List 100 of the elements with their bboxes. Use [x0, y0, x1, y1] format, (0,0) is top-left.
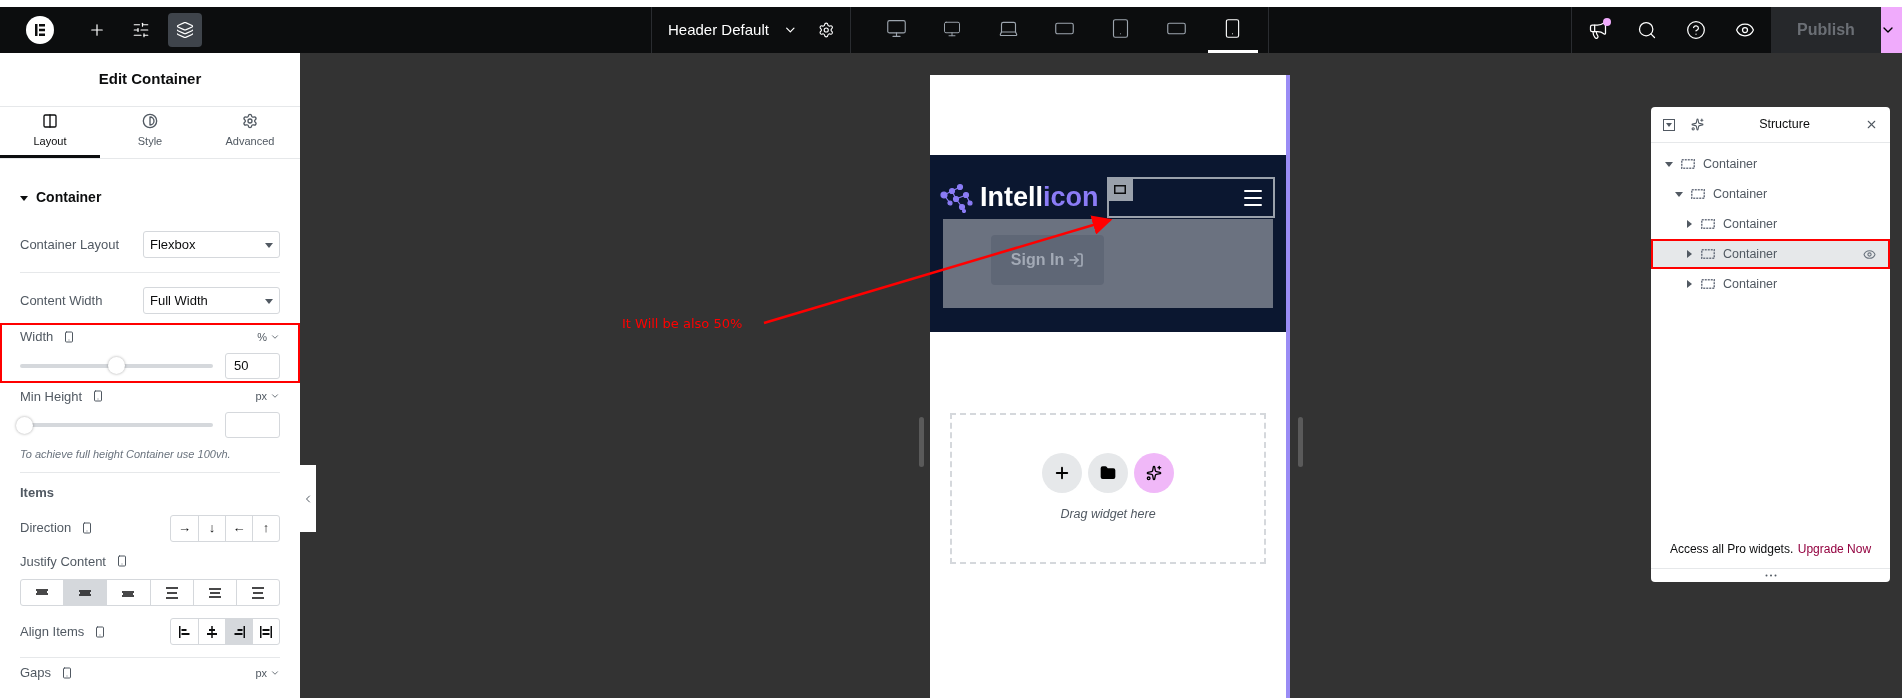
panel-tab[interactable]: Advanced [200, 107, 300, 158]
control-label: Align Items [20, 622, 85, 641]
folder-icon [1100, 465, 1116, 482]
phone-icon[interactable] [81, 522, 94, 534]
add-widget-button[interactable] [1042, 453, 1082, 494]
container-icon [1701, 219, 1715, 229]
number-input[interactable]: 50 [225, 352, 280, 379]
annotation-text: It Will be also 50% [622, 315, 743, 333]
selected-container[interactable] [1107, 177, 1275, 218]
align-icon [232, 625, 246, 638]
columns-icon [42, 112, 58, 129]
template-button[interactable] [1088, 453, 1128, 494]
brand-name: Intellicon [980, 184, 1099, 211]
resize-handle-icon[interactable] [1764, 574, 1777, 577]
select-field[interactable]: Flexbox [143, 231, 280, 258]
sign-in-icon [1068, 252, 1085, 268]
dropzone-text: Drag widget here [1060, 506, 1156, 524]
container-icon [1114, 184, 1126, 194]
justify-icon [250, 586, 265, 599]
direction-button[interactable]: → [171, 515, 198, 541]
direction-button[interactable]: ← [225, 515, 252, 541]
visibility-icon[interactable] [1863, 247, 1876, 261]
phone-icon[interactable] [116, 555, 128, 568]
expand-caret-icon[interactable] [1685, 280, 1693, 288]
direction-button[interactable]: ↓ [198, 515, 225, 541]
dropdown-caret-icon[interactable] [265, 240, 273, 249]
control-label: Container Layout [20, 235, 119, 254]
megaphone-icon [1588, 20, 1608, 40]
logo-icon[interactable] [26, 16, 54, 44]
settings-sliders-icon [132, 21, 150, 39]
gear-icon [242, 112, 258, 129]
panel-tab[interactable]: Style [100, 107, 200, 158]
number-input[interactable] [225, 412, 280, 438]
phone-icon[interactable] [61, 666, 74, 679]
tree-item[interactable]: Container [1653, 241, 1888, 267]
tree-item[interactable]: Container [1653, 181, 1888, 207]
align-icon [205, 625, 219, 638]
search-icon[interactable] [1637, 20, 1657, 40]
expand-caret-icon[interactable] [1675, 190, 1683, 198]
select-field[interactable]: Full Width [143, 287, 280, 314]
dropdown-caret-icon[interactable] [265, 296, 273, 305]
justify-icon [164, 586, 179, 599]
slider-thumb[interactable] [108, 357, 125, 374]
expand-caret-icon[interactable] [1685, 220, 1693, 228]
tree-item[interactable]: Container [1653, 271, 1888, 297]
phone-icon[interactable] [94, 625, 107, 638]
control-label: Content Width [20, 291, 103, 310]
brand-logo-icon [940, 182, 974, 213]
unit-selector[interactable]: % [257, 328, 280, 345]
section-toggle[interactable]: Container [0, 159, 122, 222]
layers-icon [176, 21, 194, 39]
control-label: Justify Content [20, 552, 106, 571]
panel-tab[interactable]: Layout [0, 107, 100, 158]
slider-thumb[interactable] [16, 416, 33, 434]
panel-title: Structure [1758, 116, 1811, 134]
unit-selector[interactable]: px [255, 388, 280, 405]
resize-handle[interactable] [1298, 417, 1303, 467]
tree-item[interactable]: Container [1653, 151, 1888, 177]
container-icon [1701, 279, 1715, 289]
container-icon [1691, 189, 1705, 199]
control-label: Gaps [20, 664, 52, 682]
desktop-icon [885, 18, 907, 39]
control-label: Direction [20, 519, 72, 538]
document-title[interactable]: Header Default [668, 18, 769, 42]
ai-button[interactable] [1134, 453, 1174, 494]
expand-caret-icon[interactable] [1685, 250, 1693, 258]
hint-text: To achieve full height Container use 100vh. [19, 447, 232, 462]
unit-selector[interactable]: px [255, 664, 280, 681]
container-icon [1701, 249, 1715, 259]
control-label: Width [20, 328, 54, 346]
container-handle[interactable] [1107, 177, 1133, 201]
panel-title: Edit Container [98, 69, 202, 90]
section-caret-icon[interactable] [20, 193, 28, 202]
control-label: Min Height [20, 387, 83, 406]
justify-button[interactable] [63, 580, 107, 605]
phone-icon[interactable] [63, 330, 76, 343]
settings-icon[interactable] [817, 21, 834, 39]
publish-options-button[interactable] [1881, 7, 1902, 53]
section-heading: Items [20, 484, 54, 500]
collapse-all-icon[interactable] [1663, 118, 1675, 131]
expand-caret-icon[interactable] [1665, 160, 1673, 168]
align-icon [259, 625, 273, 638]
close-icon[interactable] [1865, 118, 1878, 131]
add-icon [88, 21, 106, 39]
phone-icon[interactable] [92, 390, 105, 403]
upgrade-link[interactable]: Upgrade Now [1797, 542, 1872, 556]
container-icon [1681, 159, 1695, 169]
sparkle-icon [1146, 465, 1162, 482]
align-icon [177, 625, 192, 638]
monitor-icon [943, 19, 962, 38]
justify-icon [207, 586, 222, 599]
toolbar-button[interactable] [168, 13, 202, 47]
sparkle-icon[interactable] [1691, 118, 1704, 131]
direction-button[interactable]: ↑ [252, 515, 279, 541]
align-button[interactable] [225, 619, 252, 644]
half-circle-icon [142, 112, 158, 129]
notifications-button[interactable] [1588, 20, 1608, 40]
tree-item[interactable]: Container [1653, 211, 1888, 237]
resize-handle[interactable] [919, 417, 924, 467]
help-icon[interactable] [1686, 20, 1706, 40]
